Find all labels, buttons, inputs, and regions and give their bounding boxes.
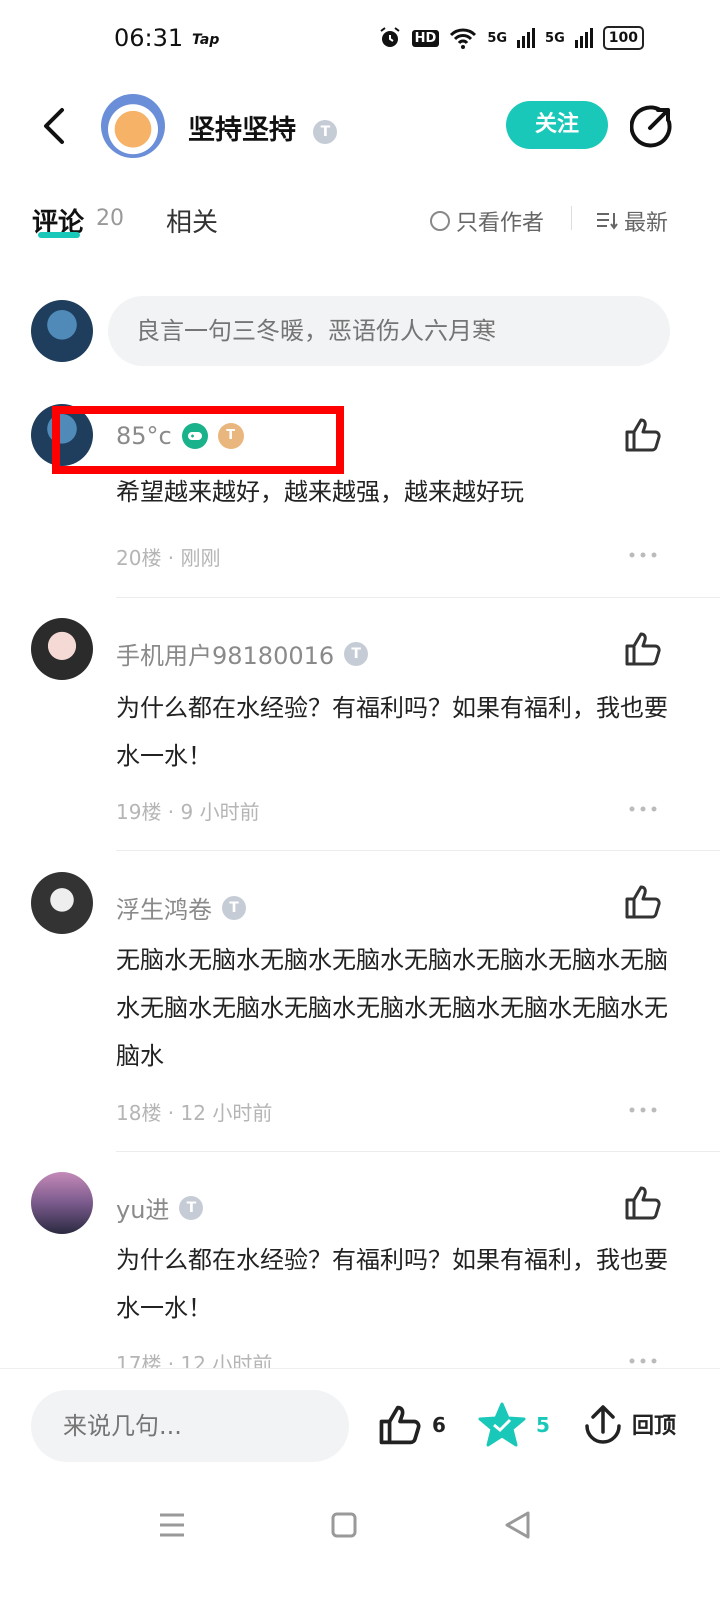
author-only-filter[interactable]: 只看作者 [430, 205, 544, 237]
more-icon[interactable] [628, 1105, 658, 1115]
alarm-icon [380, 27, 400, 47]
wifi-icon [450, 28, 477, 49]
sort-icon [597, 213, 618, 230]
level-badge-icon: T [344, 641, 369, 666]
divider [116, 597, 720, 598]
author-avatar[interactable] [101, 94, 165, 158]
like-count: 6 [432, 1413, 446, 1437]
home-nav-icon[interactable] [324, 1505, 364, 1545]
level-badge-icon: T [179, 1195, 204, 1220]
follow-button[interactable]: 关注 [506, 101, 608, 149]
level-badge-icon: T [313, 119, 338, 144]
back-to-top-label: 回顶 [632, 1414, 677, 1439]
signal2-icon [574, 28, 593, 48]
level-badge-icon: T [222, 895, 246, 920]
comment-text: 为什么都在水经验？有福利吗？如果有福利，我也要水一水！ [116, 694, 668, 770]
comment-meta: 20楼 · 刚刚 [116, 546, 221, 570]
my-avatar [31, 300, 93, 362]
sort-label: 最新 [624, 211, 669, 236]
more-icon[interactable] [628, 550, 658, 560]
comment-input[interactable] [108, 296, 670, 366]
back-arrow-icon[interactable] [36, 104, 76, 148]
back-to-top-button[interactable]: 回顶 [584, 1404, 676, 1444]
upload-arrow-icon [585, 1405, 621, 1444]
comment-text: 希望越来越好，越来越强，越来越好玩 [116, 478, 524, 506]
author-name-text: 坚持坚持 [188, 115, 296, 146]
status-time: 06:31 [114, 24, 184, 52]
star-icon [478, 1402, 526, 1447]
comment-username: 手机用户98180016 [116, 642, 335, 670]
comment-avatar[interactable] [31, 618, 93, 680]
divider [571, 206, 572, 230]
back-nav-icon[interactable] [498, 1505, 538, 1545]
comment-avatar[interactable] [31, 872, 93, 934]
like-icon[interactable] [624, 1185, 662, 1221]
highlight-box [52, 406, 344, 474]
comment-text: 为什么都在水经验？有福利吗？如果有福利，我也要水一水！ [116, 1246, 668, 1322]
signal1-icon [517, 28, 536, 48]
menu-nav-icon[interactable] [152, 1505, 192, 1545]
comment-user[interactable]: 手机用户98180016 T [116, 636, 369, 671]
sort-toggle[interactable]: 最新 [596, 205, 668, 237]
comment-meta: 18楼 · 12 小时前 [116, 1101, 273, 1125]
app-tag: Tap [192, 32, 220, 48]
comment-user[interactable]: 浮生鸿卷 T [116, 890, 246, 925]
author-name[interactable]: 坚持坚持 T [188, 108, 338, 147]
author-only-label: 只看作者 [456, 211, 545, 236]
divider [116, 850, 720, 851]
hd-icon: HD [411, 29, 440, 47]
status-icons: HD 5G 5G 100 [378, 26, 644, 50]
comments-count: 20 [96, 206, 124, 231]
like-icon[interactable] [624, 417, 662, 453]
comment-text: 无脑水无脑水无脑水无脑水无脑水无脑水无脑水无脑水无脑水无脑水无脑水无脑水无脑水无… [116, 946, 668, 1070]
comment-user[interactable]: yu进 T [116, 1190, 204, 1225]
tab-active-indicator [38, 232, 80, 238]
comment-username: 浮生鸿卷 [116, 896, 212, 924]
more-icon[interactable] [628, 804, 658, 814]
battery-icon: 100 [602, 26, 644, 50]
divider [116, 1151, 720, 1152]
radio-icon [430, 211, 450, 231]
comment-meta: 19楼 · 9 小时前 [116, 800, 260, 824]
comment-avatar[interactable] [31, 1172, 93, 1234]
favorite-button[interactable]: 5 [478, 1402, 550, 1448]
more-icon[interactable] [628, 1356, 658, 1366]
like-icon[interactable] [624, 631, 662, 667]
share-icon[interactable] [630, 104, 674, 148]
comment-username: yu进 [116, 1196, 170, 1224]
like-button[interactable]: 6 [378, 1404, 446, 1446]
like-icon[interactable] [624, 884, 662, 920]
reply-input[interactable] [31, 1390, 349, 1462]
favorite-count: 5 [536, 1413, 550, 1437]
thumbs-up-icon [379, 1405, 421, 1445]
tab-related[interactable]: 相关 [166, 202, 218, 239]
signal2-label: 5G [545, 30, 565, 46]
signal1-label: 5G [487, 30, 508, 46]
